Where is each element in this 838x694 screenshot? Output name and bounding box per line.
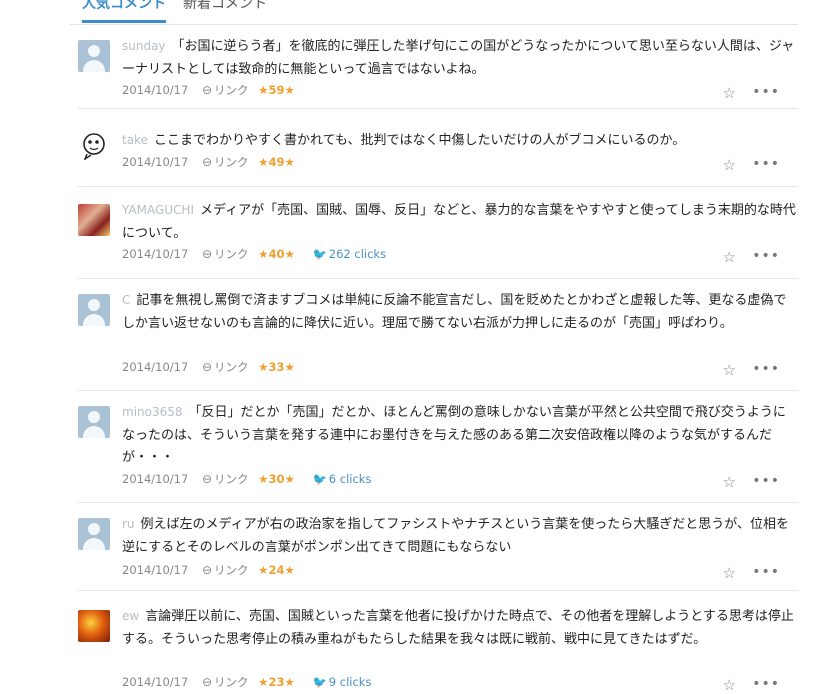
comment-username[interactable]: take [122,133,148,147]
more-dots-icon[interactable]: ••• [752,156,780,172]
comment-body: YAMAGUCHI メディアが「売国、国賊、国辱、反日」などと、暴力的な言葉をやす… [122,199,798,245]
comment-item: ew 言論弾圧以前に、売国、国賊といった言葉を他者に投げかけた時点で、その他者を理… [78,609,798,694]
user-avatar[interactable] [78,610,110,642]
comment-body: take ここまでわかりやすく書かれても、批判ではなく中傷したいだけの人がブコメに… [122,129,798,153]
link-chain-icon: ⊖ [201,155,213,169]
comment-text: 言論弾圧以前に、売国、国賊といった言葉を他者に投げかけた時点で、その他者を理解し… [122,609,794,647]
comment-meta: 2014/10/17 ⊖ リンク ★33★ [122,359,309,375]
comment-item: mino3658 「反日」だとか「売国」だとか、ほとんど罵倒の意味しかない言葉が平… [78,405,798,503]
link-chain-icon: ⊖ [201,247,213,261]
comment-body: ru 例えば左のメディアが右の政治家を指してファシストやナチスという言葉を使ったら… [122,513,798,559]
link-chain-icon: ⊖ [201,360,213,374]
comment-username[interactable]: ew [122,609,139,623]
comment-date: 2014/10/17 [122,563,189,577]
comment-date: 2014/10/17 [122,83,189,97]
user-avatar[interactable] [78,40,110,72]
comment-username[interactable]: YAMAGUCHI [122,203,194,217]
link-chain-icon: ⊖ [201,83,213,97]
twitter-clicks[interactable]: 🐦 9 clicks [312,675,371,690]
user-avatar[interactable] [78,204,110,236]
twitter-bird-icon: 🐦 [312,675,327,690]
user-avatar[interactable] [78,406,110,438]
star-count[interactable]: ★24★ [258,563,295,577]
comment-body: C 記事を無視し罵倒で済ますブコメは単純に反論不能宣言だし、国を貶めたとかわざと虚… [122,289,798,335]
comment-meta: 2014/10/17 ⊖ リンク ★40★ 🐦 262 clicks [122,246,386,262]
star-plus-icon[interactable]: ☆ [723,676,736,694]
link-chain-icon: ⊖ [201,675,213,689]
more-dots-icon[interactable]: ••• [752,84,780,100]
more-dots-icon[interactable]: ••• [752,248,780,264]
comment-username[interactable]: mino3658 [122,405,183,419]
more-dots-icon[interactable]: ••• [752,473,780,489]
comment-item: YAMAGUCHI メディアが「売国、国賊、国辱、反日」などと、暴力的な言葉をやす… [78,203,798,279]
comment-date: 2014/10/17 [122,155,189,169]
comment-link[interactable]: ⊖ リンク [202,82,249,98]
star-count[interactable]: ★49★ [258,155,295,169]
link-chain-icon: ⊖ [201,563,213,577]
face-avatar-icon [83,133,105,160]
comment-meta: 2014/10/17 ⊖ リンク ★49★ [122,154,309,170]
comment-text: メディアが「売国、国賊、国辱、反日」などと、暴力的な言葉をやすやすと使ってしまう… [122,203,796,241]
comment-meta: 2014/10/17 ⊖ リンク ★59★ [122,82,309,98]
comment-date: 2014/10/17 [122,472,189,486]
star-plus-icon[interactable]: ☆ [723,564,736,582]
user-avatar[interactable] [78,294,110,326]
comment-text: 例えば左のメディアが右の政治家を指してファシストやナチスという言葉を使ったら大騒… [122,517,789,555]
user-avatar[interactable] [78,518,110,550]
comment-username[interactable]: sunday [122,39,166,53]
twitter-clicks[interactable]: 🐦 262 clicks [312,247,386,262]
more-dots-icon[interactable]: ••• [752,361,780,377]
comment-text: 「反日」だとか「売国」だとか、ほとんど罵倒の意味しかない言葉が平然と公共空間で飛… [122,405,786,465]
comment-tabs: 人気コメント 新着コメント [70,0,798,25]
more-dots-icon[interactable]: ••• [752,564,780,580]
tab-popular-comments[interactable]: 人気コメント [82,0,166,23]
comment-date: 2014/10/17 [122,360,189,374]
comment-username[interactable]: C [122,293,130,307]
link-chain-icon: ⊖ [201,472,213,486]
comment-body: mino3658 「反日」だとか「売国」だとか、ほとんど罵倒の意味しかない言葉が平… [122,401,798,470]
star-count[interactable]: ★40★ [258,247,295,261]
comment-body: ew 言論弾圧以前に、売国、国賊といった言葉を他者に投げかけた時点で、その他者を理… [122,605,798,651]
comment-item: ru 例えば左のメディアが右の政治家を指してファシストやナチスという言葉を使ったら… [78,517,798,591]
star-plus-icon[interactable]: ☆ [723,361,736,379]
star-plus-icon[interactable]: ☆ [723,248,736,266]
star-count[interactable]: ★30★ [258,472,295,486]
comment-item: sunday 「お国に逆らう者」を徹底的に弾圧した挙げ句にこの国がどうなったかにつ… [78,39,798,109]
comment-meta: 2014/10/17 ⊖ リンク ★24★ [122,562,309,578]
star-count[interactable]: ★33★ [258,360,295,374]
comment-link[interactable]: ⊖ リンク [202,471,249,487]
star-plus-icon[interactable]: ☆ [723,156,736,174]
more-dots-icon[interactable]: ••• [752,676,780,692]
tab-new-comments[interactable]: 新着コメント [183,0,267,18]
comment-date: 2014/10/17 [122,247,189,261]
twitter-bird-icon: 🐦 [312,472,327,487]
comment-link[interactable]: ⊖ リンク [202,154,249,170]
comment-item: take ここまでわかりやすく書かれても、批判ではなく中傷したいだけの人がブコメに… [78,126,798,187]
comment-date: 2014/10/17 [122,675,189,689]
comment-link[interactable]: ⊖ リンク [202,246,249,262]
comment-link[interactable]: ⊖ リンク [202,674,249,690]
star-count[interactable]: ★23★ [258,675,295,689]
star-plus-icon[interactable]: ☆ [723,473,736,491]
comment-link[interactable]: ⊖ リンク [202,562,249,578]
comment-text: 記事を無視し罵倒で済ますブコメは単純に反論不能宣言だし、国を貶めたとかわざと虚報… [122,293,787,331]
comment-meta: 2014/10/17 ⊖ リンク ★30★ 🐦 6 clicks [122,471,371,487]
twitter-clicks[interactable]: 🐦 6 clicks [312,472,371,487]
comment-text: ここまでわかりやすく書かれても、批判ではなく中傷したいだけの人がブコメにいるのか… [153,133,686,148]
star-plus-icon[interactable]: ☆ [723,84,736,102]
user-avatar[interactable] [78,128,110,160]
comment-text: 「お国に逆らう者」を徹底的に弾圧した挙げ句にこの国がどうなったかについて思い至ら… [122,39,795,77]
comment-meta: 2014/10/17 ⊖ リンク ★23★ 🐦 9 clicks [122,674,371,690]
comment-link[interactable]: ⊖ リンク [202,359,249,375]
comment-body: sunday 「お国に逆らう者」を徹底的に弾圧した挙げ句にこの国がどうなったかにつ… [122,35,798,81]
comment-item: C 記事を無視し罵倒で済ますブコメは単純に反論不能宣言だし、国を貶めたとかわざと虚… [78,293,798,391]
twitter-bird-icon: 🐦 [312,247,327,262]
star-count[interactable]: ★59★ [258,83,295,97]
comment-username[interactable]: ru [122,517,135,531]
